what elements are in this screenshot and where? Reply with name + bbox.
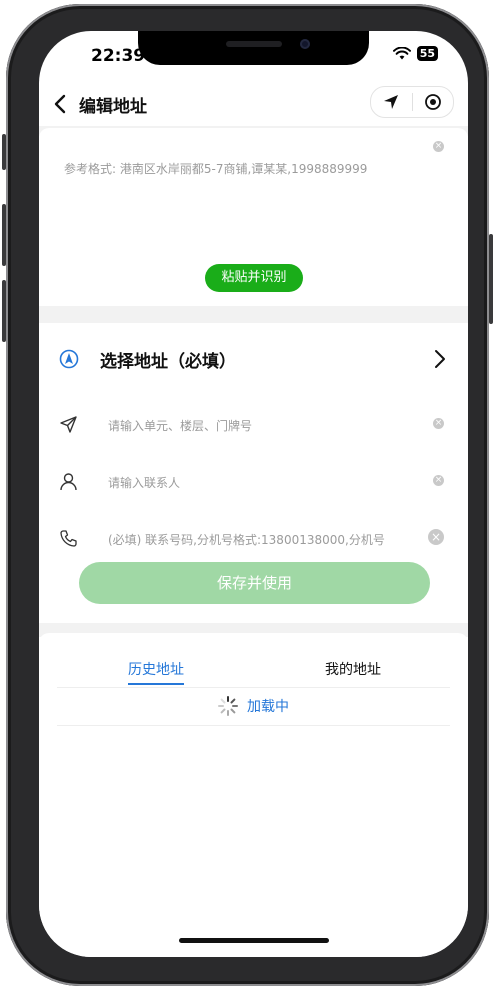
- clear-paste-icon[interactable]: ×: [433, 141, 444, 152]
- camera-icon: [300, 39, 310, 49]
- paste-hint: 参考格式: 港南区水岸丽都5-7商铺,谭某某,1998889999: [64, 162, 368, 176]
- volume-down-button: [2, 280, 6, 342]
- mute-switch: [2, 134, 6, 170]
- status-icons: 55: [392, 46, 438, 61]
- person-icon: [60, 473, 77, 491]
- loading-divider: [57, 725, 450, 726]
- location-arrow-button[interactable]: [371, 94, 412, 110]
- nav-header: 编辑地址: [39, 86, 468, 126]
- screen: 22:39 55 编辑地址 参考格式: 港南区水岸丽都5-7商铺,谭某某,199…: [39, 31, 468, 957]
- address-history-panel: 历史地址 我的地址 加载中: [39, 633, 468, 957]
- speaker-grille: [226, 41, 282, 47]
- divider-band: [39, 306, 468, 323]
- clear-contact-icon[interactable]: ×: [433, 475, 444, 486]
- loading-text: 加载中: [247, 699, 289, 715]
- loading-indicator: 加载中: [217, 695, 289, 717]
- battery-indicator: 55: [416, 46, 438, 61]
- unit-input[interactable]: 请输入单元、楼层、门牌号: [108, 417, 252, 434]
- phone-icon: [60, 530, 77, 547]
- navigation-compass-icon: [59, 349, 79, 369]
- page-title: 编辑地址: [79, 97, 147, 117]
- phone-input[interactable]: (必填) 联系号码,分机号格式:13800138000,分机号: [108, 531, 385, 548]
- paste-recognize-button[interactable]: 粘贴并识别: [205, 264, 303, 292]
- contact-input[interactable]: 请输入联系人: [108, 474, 180, 491]
- mini-program-capsule: [370, 86, 454, 118]
- save-and-use-button[interactable]: 保存并使用: [79, 562, 430, 604]
- tabs-divider: [57, 687, 450, 688]
- loading-spinner-icon: [218, 696, 238, 716]
- notch: [138, 31, 369, 65]
- unit-field-row: 请输入单元、楼层、门牌号 ×: [39, 411, 468, 455]
- contact-field-row: 请输入联系人 ×: [39, 468, 468, 512]
- select-address-row[interactable]: 选择地址（必填）: [39, 341, 468, 377]
- power-button: [489, 234, 493, 324]
- volume-up-button: [2, 204, 6, 266]
- send-arrow-icon: [60, 416, 77, 433]
- back-chevron-icon[interactable]: [53, 93, 67, 115]
- tab-my-address[interactable]: 我的地址: [325, 659, 381, 679]
- status-time: 22:39: [91, 46, 146, 66]
- home-indicator: [179, 938, 329, 943]
- chevron-right-icon: [435, 350, 445, 368]
- active-tab-underline: [128, 683, 184, 685]
- wifi-icon: [392, 47, 411, 60]
- select-address-label: 选择地址（必填）: [100, 352, 236, 372]
- clear-phone-icon[interactable]: ×: [428, 529, 444, 545]
- target-circle-icon: [424, 94, 441, 110]
- location-arrow-icon: [384, 95, 399, 109]
- clear-unit-icon[interactable]: ×: [433, 418, 444, 429]
- phone-frame: 22:39 55 编辑地址 参考格式: 港南区水岸丽都5-7商铺,谭某某,199…: [2, 4, 493, 986]
- tab-history-address[interactable]: 历史地址: [128, 659, 184, 679]
- capsule-close-button[interactable]: [413, 93, 454, 111]
